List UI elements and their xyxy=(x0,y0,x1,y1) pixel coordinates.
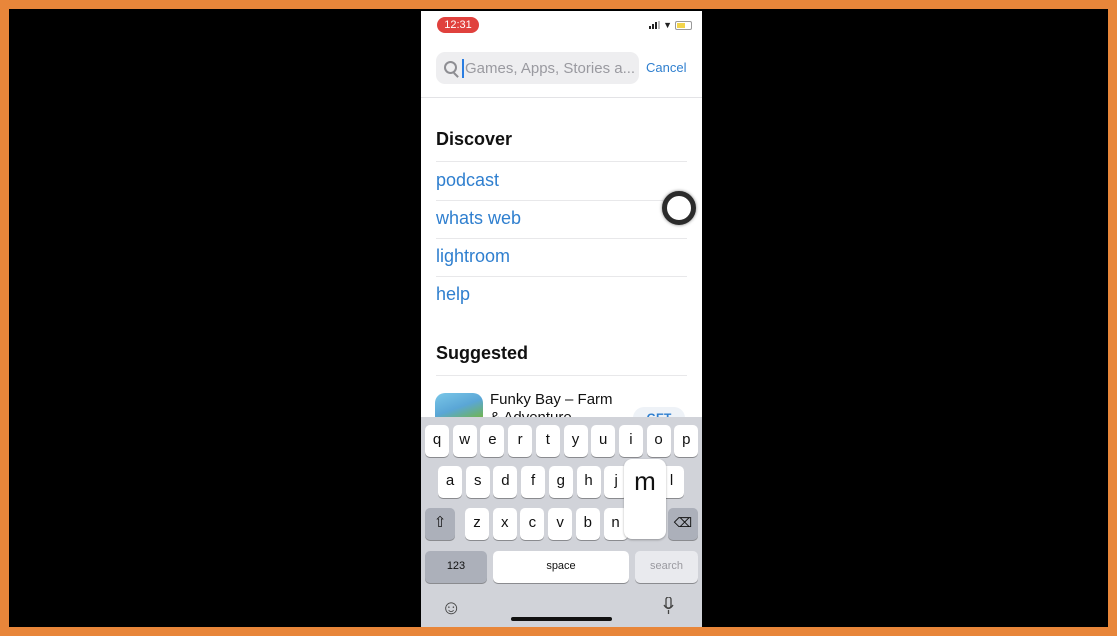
status-time: 12:31 xyxy=(437,17,479,33)
key-d[interactable]: d xyxy=(493,466,518,498)
discover-item-label: whats web xyxy=(436,208,522,228)
touch-indicator xyxy=(662,191,696,225)
key-t[interactable]: t xyxy=(535,425,560,457)
search-input[interactable] xyxy=(465,52,637,84)
discover-item-podcast[interactable]: podcast xyxy=(436,162,686,200)
key-p[interactable]: p xyxy=(674,425,699,457)
key-q[interactable]: q xyxy=(425,425,449,457)
numbers-key[interactable]: 123 xyxy=(425,551,487,583)
key-e[interactable]: e xyxy=(480,425,505,457)
key-f[interactable]: f xyxy=(521,466,546,498)
space-key[interactable]: space xyxy=(493,551,629,583)
key-z[interactable]: z xyxy=(465,508,489,540)
key-g[interactable]: g xyxy=(548,466,573,498)
search-field[interactable] xyxy=(436,52,639,84)
key-w[interactable]: w xyxy=(452,425,477,457)
search-key[interactable]: search xyxy=(635,551,698,583)
key-popup: m xyxy=(624,459,666,539)
discover-item-lightroom[interactable]: lightroom xyxy=(436,238,686,276)
home-indicator xyxy=(511,617,612,621)
key-u[interactable]: u xyxy=(591,425,616,457)
cancel-button[interactable]: Cancel xyxy=(646,60,686,75)
shift-key[interactable]: ⇧ xyxy=(425,508,455,540)
divider xyxy=(436,375,687,376)
battery-icon xyxy=(675,20,692,30)
key-r[interactable]: r xyxy=(508,425,533,457)
discover-item-label: lightroom xyxy=(436,246,511,266)
search-icon xyxy=(444,61,457,74)
discover-item-whats-web[interactable]: whats web xyxy=(436,200,686,238)
discover-item-label: help xyxy=(436,284,471,304)
key-a[interactable]: a xyxy=(438,466,462,498)
signal-icon xyxy=(649,21,661,29)
key-o[interactable]: o xyxy=(646,425,671,457)
key-b[interactable]: b xyxy=(575,508,600,540)
discover-item-label: podcast xyxy=(436,170,500,190)
header-divider xyxy=(421,97,702,98)
key-c[interactable]: c xyxy=(520,508,545,540)
suggested-title: Suggested xyxy=(436,343,529,363)
key-y[interactable]: y xyxy=(563,425,588,457)
app-name-line1: Funky Bay – Farm xyxy=(490,391,613,408)
key-h[interactable]: h xyxy=(576,466,601,498)
microphone-icon[interactable] xyxy=(663,597,674,615)
key-v[interactable]: v xyxy=(548,508,573,540)
delete-key[interactable]: ⌫ xyxy=(668,508,698,540)
key-s[interactable]: s xyxy=(465,466,490,498)
emoji-icon[interactable]: ☺ xyxy=(441,597,461,620)
status-icons: ▼ xyxy=(649,20,692,30)
keyboard: qwertyuiop asdfghjl zxcvbn ⇧ ⌫ 123 space… xyxy=(421,417,702,627)
text-caret xyxy=(462,59,464,78)
discover-title: Discover xyxy=(436,129,513,149)
discover-item-help[interactable]: help xyxy=(436,276,686,314)
phone-screen: 12:31 ▼ Cancel Discover podcast whats we… xyxy=(421,11,702,627)
video-frame: 12:31 ▼ Cancel Discover podcast whats we… xyxy=(9,9,1108,627)
wifi-icon: ▼ xyxy=(663,20,672,30)
key-x[interactable]: x xyxy=(492,508,517,540)
key-i[interactable]: i xyxy=(618,425,643,457)
